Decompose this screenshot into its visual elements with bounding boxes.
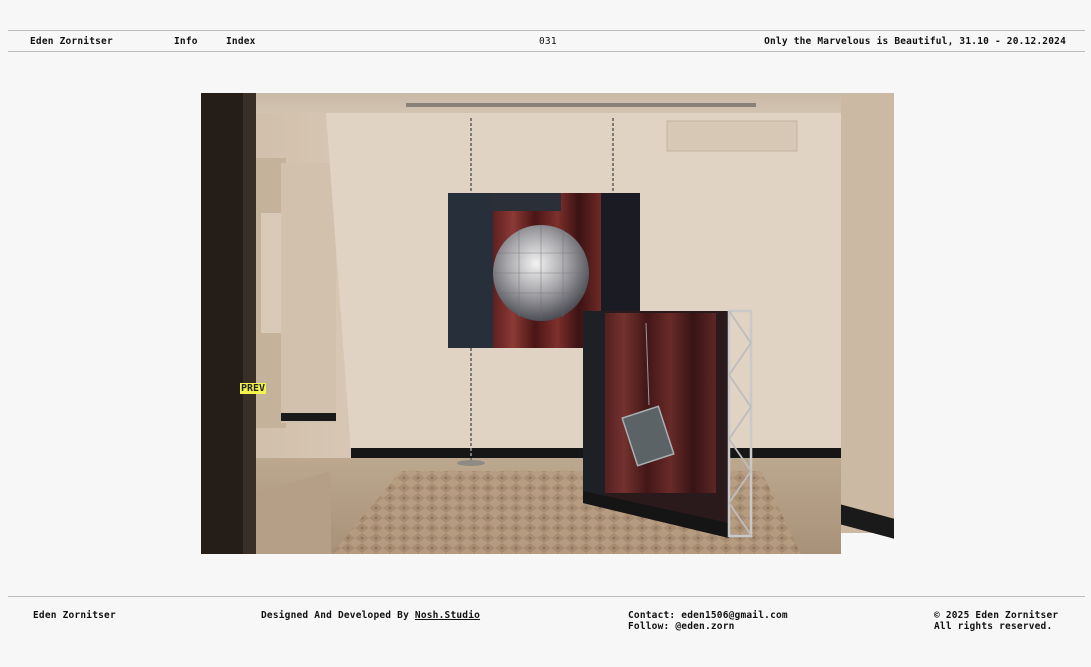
footer-name: Eden Zornitser xyxy=(33,610,116,621)
exhibition-title: Only the Marvelous is Beautiful, 31.10 -… xyxy=(764,36,1066,47)
nav-info-link[interactable]: Info xyxy=(174,36,198,47)
exhibition-photo[interactable] xyxy=(201,93,894,554)
footer-copyright: © 2025 Eden Zornitser All rights reserve… xyxy=(934,610,1058,632)
footer-contact: Contact: eden1506@gmail.com Follow: @ede… xyxy=(628,610,788,632)
instagram-handle[interactable]: Follow: @eden.zorn xyxy=(628,621,735,632)
top-navigation-bar: Eden Zornitser Info Index 031 Only the M… xyxy=(8,30,1085,52)
contact-email[interactable]: Contact: eden1506@gmail.com xyxy=(628,610,788,621)
prev-button[interactable]: PREV xyxy=(240,383,267,394)
copyright-text: © 2025 Eden Zornitser xyxy=(934,610,1059,621)
footer-credit: Designed And Developed By Nosh.Studio xyxy=(261,610,480,621)
nav-index-link[interactable]: Index xyxy=(226,36,256,47)
nosh-studio-link[interactable]: Nosh.Studio xyxy=(415,610,480,621)
credit-text: Designed And Developed By xyxy=(261,610,415,621)
image-counter: 031 xyxy=(539,36,557,47)
rights-text: All rights reserved. xyxy=(934,621,1053,632)
site-footer: Eden Zornitser Designed And Developed By… xyxy=(8,596,1085,657)
installation-view-image xyxy=(201,93,894,554)
site-name-link[interactable]: Eden Zornitser xyxy=(30,36,113,47)
